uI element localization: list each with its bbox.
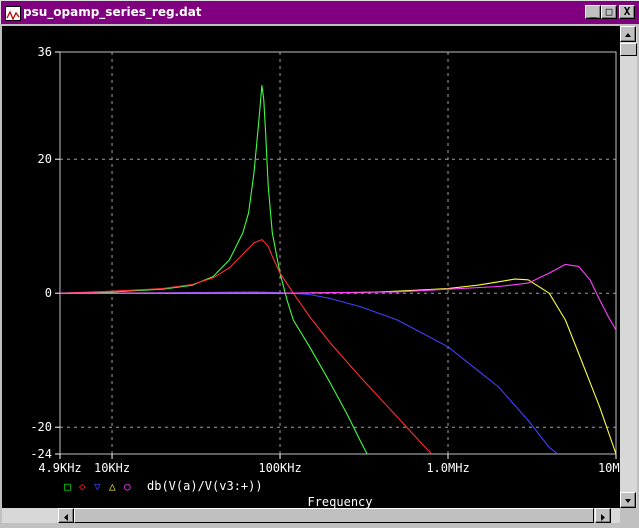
arrow-right-icon bbox=[601, 514, 605, 521]
waveform-icon bbox=[5, 6, 21, 21]
plot-frame bbox=[59, 51, 617, 455]
maximize-button[interactable]: □ bbox=[601, 5, 617, 19]
close-button[interactable]: X bbox=[619, 5, 635, 19]
scrollbar-corner bbox=[620, 508, 637, 523]
maximize-icon: □ bbox=[605, 5, 613, 18]
legend-text: db(V(a)/V(v3:+)) bbox=[147, 479, 263, 493]
y-tick-label: -20 bbox=[30, 420, 52, 434]
series-line-5 bbox=[60, 263, 617, 331]
scroll-down-button[interactable] bbox=[620, 492, 636, 508]
x-tick-label: 10KHz bbox=[94, 461, 130, 475]
x-axis-label: Frequency bbox=[307, 495, 372, 508]
legend-marker-5: ○ bbox=[124, 480, 131, 493]
arrow-down-icon bbox=[625, 499, 631, 503]
arrow-up-icon bbox=[625, 33, 631, 37]
y-tick-label: 0 bbox=[45, 286, 52, 300]
scroll-left-button[interactable] bbox=[58, 508, 74, 523]
y-tick-label: 20 bbox=[38, 152, 52, 166]
scroll-up-button[interactable] bbox=[620, 26, 636, 42]
chart-svg: 36 20 0 -20 -244.9KHz 10KHz 100KHz 1.0MHz 10MHz □… bbox=[30, 45, 620, 508]
x-tick-label: 1.0MHz bbox=[426, 461, 469, 475]
plot-area[interactable]: 36 20 0 -20 -244.9KHz 10KHz 100KHz 1.0MHz 10MHz □… bbox=[2, 26, 620, 508]
x-tick-label: 10MHz bbox=[598, 461, 620, 475]
minimize-icon: _ bbox=[589, 5, 597, 18]
minimize-button[interactable]: _ bbox=[585, 5, 601, 19]
series-line-1 bbox=[59, 84, 368, 455]
arrow-left-icon bbox=[64, 514, 68, 521]
legend-marker-2: ◇ bbox=[79, 480, 86, 493]
x-tick-label: 100KHz bbox=[258, 461, 301, 475]
y-tick-label: -24 bbox=[30, 447, 52, 461]
window-title: psu_opamp_series_reg.dat bbox=[23, 5, 202, 19]
y-tick-label: 36 bbox=[38, 45, 52, 59]
close-icon: X bbox=[623, 5, 631, 18]
horizontal-scroll-thumb[interactable] bbox=[74, 508, 594, 523]
legend-marker-1: □ bbox=[64, 480, 71, 493]
horizontal-scrollbar[interactable] bbox=[2, 508, 620, 523]
series-line-2 bbox=[59, 239, 433, 455]
x-tick-label: 4.9KHz bbox=[38, 461, 81, 475]
legend-marker-4: △ bbox=[109, 480, 116, 493]
title-bar[interactable]: psu_opamp_series_reg.dat _ □ X bbox=[0, 0, 639, 24]
vertical-scroll-thumb[interactable] bbox=[620, 43, 637, 56]
vertical-scrollbar[interactable] bbox=[620, 26, 637, 508]
series-line-4 bbox=[60, 278, 617, 455]
plot-window: psu_opamp_series_reg.dat _ □ X 36 20 0 -20 -… bbox=[0, 0, 639, 525]
legend-marker-3: ▽ bbox=[94, 480, 101, 493]
scroll-right-button[interactable] bbox=[595, 508, 611, 523]
